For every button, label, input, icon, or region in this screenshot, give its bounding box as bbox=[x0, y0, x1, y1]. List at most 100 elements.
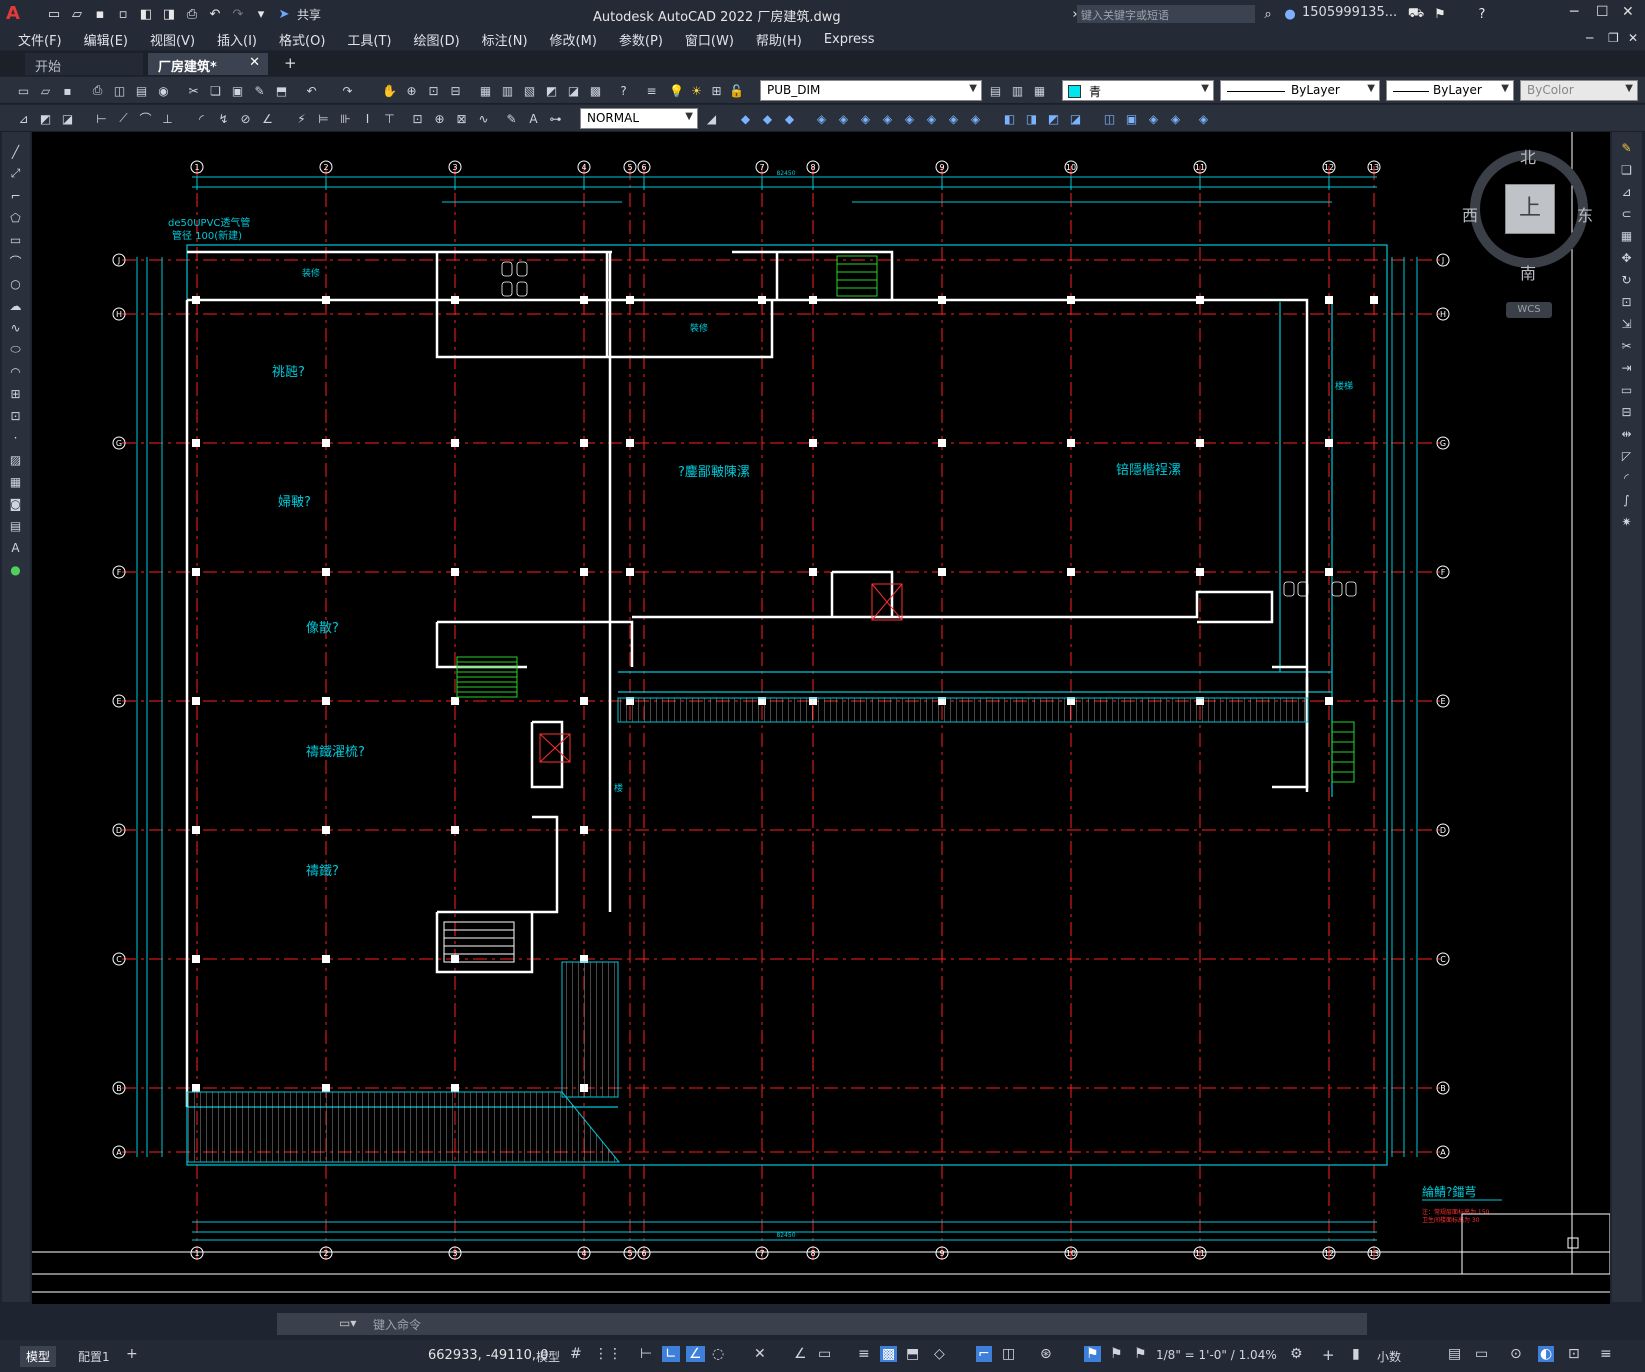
viewcube-south[interactable]: 南 bbox=[1520, 260, 1536, 284]
view-iso3-icon[interactable]: ◈ bbox=[1194, 109, 1213, 128]
units-dropdown[interactable]: 小数 bbox=[1377, 1348, 1401, 1365]
tab-drawing[interactable]: 厂房建筑* ✕ bbox=[148, 53, 268, 75]
menu-window[interactable]: 窗口(W) bbox=[685, 30, 734, 49]
search-icon[interactable]: ⌕ bbox=[1258, 4, 1278, 24]
object-snap-icon[interactable]: ∠ bbox=[794, 1346, 807, 1362]
jogged-dim-icon[interactable]: ↯ bbox=[214, 109, 233, 128]
3d-osnap-icon[interactable]: ⬒ bbox=[906, 1346, 919, 1362]
ucs-previous-icon[interactable]: ◆ bbox=[780, 109, 799, 128]
trim-icon[interactable]: ✂ bbox=[1617, 336, 1636, 355]
drawing-canvas[interactable]: 1 2 3 4 5 6 7 8 9 10 11 12 13 1 2 3 4 5 … bbox=[32, 132, 1611, 1304]
pan-icon[interactable]: ✋ bbox=[380, 81, 399, 100]
quick-properties-icon[interactable]: ⊛ bbox=[1040, 1346, 1052, 1362]
viewcube-west[interactable]: 西 bbox=[1462, 202, 1478, 226]
menu-express[interactable]: Express bbox=[824, 32, 875, 47]
make-block-icon[interactable]: ⊡ bbox=[6, 406, 25, 425]
match-properties-icon[interactable]: ✎ bbox=[250, 81, 269, 100]
minimize-icon[interactable]: ─ bbox=[1570, 4, 1578, 20]
ucs-icon[interactable]: ◆ bbox=[736, 109, 755, 128]
redo-icon[interactable]: ↷ bbox=[338, 81, 357, 100]
dimstyle-dropdown[interactable]: NORMAL ▼ bbox=[580, 108, 698, 129]
layer-thaw-sun-icon[interactable]: ☀ bbox=[687, 81, 706, 100]
make-current-layer-icon[interactable]: ▤ bbox=[986, 81, 1005, 100]
dim-associate-icon[interactable]: ⊶ bbox=[546, 109, 565, 128]
workspace-gear-icon[interactable]: ⚙ bbox=[1290, 1346, 1303, 1362]
doc-minimize-icon[interactable]: ─ bbox=[1586, 31, 1593, 45]
menu-format[interactable]: 格式(O) bbox=[279, 30, 325, 49]
autodesk-a360-icon[interactable]: ⚑ bbox=[1430, 4, 1450, 24]
tab-layout1[interactable]: 配置1 bbox=[72, 1346, 116, 1367]
view-left-icon[interactable]: ◩ bbox=[1044, 109, 1063, 128]
ortho-icon[interactable]: ∟ bbox=[662, 1346, 680, 1362]
mirror-icon[interactable]: ⊿ bbox=[1617, 182, 1636, 201]
search-input[interactable]: 键入关键字或短语 bbox=[1077, 5, 1255, 23]
viewcube-north[interactable]: 北 bbox=[1520, 144, 1536, 168]
zoom-previous-icon[interactable]: ⊟ bbox=[446, 81, 465, 100]
view-back-icon[interactable]: ▣ bbox=[1122, 109, 1141, 128]
aligned-dim-icon[interactable]: ⟋ bbox=[114, 109, 133, 128]
fullscreen-icon[interactable]: ⊡ bbox=[1568, 1346, 1580, 1362]
scale-icon[interactable]: ⊡ bbox=[1617, 292, 1636, 311]
layer-properties-icon[interactable]: ≡ bbox=[642, 81, 661, 100]
open-icon[interactable]: ▱ bbox=[36, 81, 55, 100]
polygon-icon[interactable]: ⬠ bbox=[6, 208, 25, 227]
web-save-icon[interactable]: ◨ bbox=[159, 4, 179, 24]
undo-icon[interactable]: ↶ bbox=[205, 4, 225, 24]
erase-icon[interactable]: ✎ bbox=[1617, 138, 1636, 157]
command-input[interactable]: 键入命令 bbox=[373, 1316, 421, 1333]
web-open-icon[interactable]: ◧ bbox=[136, 4, 156, 24]
maximize-icon[interactable]: ☐ bbox=[1596, 4, 1609, 20]
angular-dim-icon[interactable]: ∠ bbox=[258, 109, 277, 128]
autocad-logo-icon[interactable]: A bbox=[6, 4, 26, 24]
ucs-x-icon[interactable]: ◈ bbox=[944, 109, 963, 128]
polar-icon[interactable]: ∠ bbox=[686, 1346, 705, 1362]
new-tab-icon[interactable]: + bbox=[284, 54, 297, 72]
menu-help[interactable]: 帮助(H) bbox=[756, 30, 802, 49]
command-line[interactable]: ▭▾ 键入命令 bbox=[277, 1313, 1367, 1335]
plot-preview-icon[interactable]: ◫ bbox=[110, 81, 129, 100]
dim-text-edit-icon[interactable]: A bbox=[524, 109, 543, 128]
menu-tools[interactable]: 工具(T) bbox=[347, 30, 391, 49]
quick-props-toggle-icon[interactable]: ▤ bbox=[1448, 1346, 1461, 1362]
customization-icon[interactable]: ≡ bbox=[1600, 1346, 1612, 1362]
lock-ui-icon[interactable]: ▭ bbox=[1475, 1346, 1488, 1362]
polyline-icon[interactable]: ⌐ bbox=[6, 186, 25, 205]
ucs-face-icon[interactable]: ◈ bbox=[812, 109, 831, 128]
cart-icon[interactable]: ⛟ bbox=[1406, 4, 1426, 24]
ordinate-dim-icon[interactable]: ⊥ bbox=[158, 109, 177, 128]
redo-icon[interactable]: ↷ bbox=[228, 4, 248, 24]
sheet-set-icon[interactable]: ◩ bbox=[542, 81, 561, 100]
markup-icon[interactable]: ◪ bbox=[564, 81, 583, 100]
dim-space-icon[interactable]: I bbox=[358, 109, 377, 128]
ucs-object-icon[interactable]: ◈ bbox=[834, 109, 853, 128]
extend-icon[interactable]: ⇥ bbox=[1617, 358, 1636, 377]
lineweight-dropdown[interactable]: ByLayer ▼ bbox=[1386, 80, 1514, 101]
layer-state-icon[interactable]: ▦ bbox=[1030, 81, 1049, 100]
model-space-button[interactable]: 模型 bbox=[536, 1348, 560, 1365]
menu-dimension[interactable]: 标注(N) bbox=[482, 30, 528, 49]
selection-cycling-icon[interactable]: ▩ bbox=[880, 1346, 898, 1362]
properties-icon[interactable]: ▦ bbox=[476, 81, 495, 100]
tab-model[interactable]: 模型 bbox=[20, 1346, 57, 1367]
tool-palettes-icon[interactable]: ▧ bbox=[520, 81, 539, 100]
cut-icon[interactable]: ✂ bbox=[184, 81, 203, 100]
save-icon[interactable]: ▪ bbox=[58, 81, 77, 100]
tolerance-icon[interactable]: ⊡ bbox=[408, 109, 427, 128]
view-bottom-icon[interactable]: ◨ bbox=[1022, 109, 1041, 128]
block-editor-icon[interactable]: ⬒ bbox=[272, 81, 291, 100]
dim-update-icon[interactable]: ⊿ bbox=[14, 109, 33, 128]
menu-draw[interactable]: 绘图(D) bbox=[414, 30, 460, 49]
ucs-view-icon[interactable]: ◈ bbox=[856, 109, 875, 128]
calculator-icon[interactable]: ▩ bbox=[586, 81, 605, 100]
share-label[interactable]: 共享 bbox=[297, 6, 321, 23]
view-iso2-icon[interactable]: ◈ bbox=[1166, 109, 1185, 128]
layer-previous-icon[interactable]: ▥ bbox=[1008, 81, 1027, 100]
line-icon[interactable]: ╱ bbox=[6, 142, 25, 161]
arc-length-icon[interactable]: ⌒ bbox=[136, 109, 155, 128]
annotation-scale-icon[interactable]: ⚑ bbox=[1134, 1346, 1147, 1362]
dynamic-input-icon[interactable]: ⊢ bbox=[640, 1346, 652, 1362]
hardware-accel-icon[interactable]: ⊙ bbox=[1510, 1346, 1522, 1362]
baseline-dim-icon[interactable]: ⊨ bbox=[314, 109, 333, 128]
diameter-dim-icon[interactable]: ⊘ bbox=[236, 109, 255, 128]
undo-icon[interactable]: ↶ bbox=[302, 81, 321, 100]
